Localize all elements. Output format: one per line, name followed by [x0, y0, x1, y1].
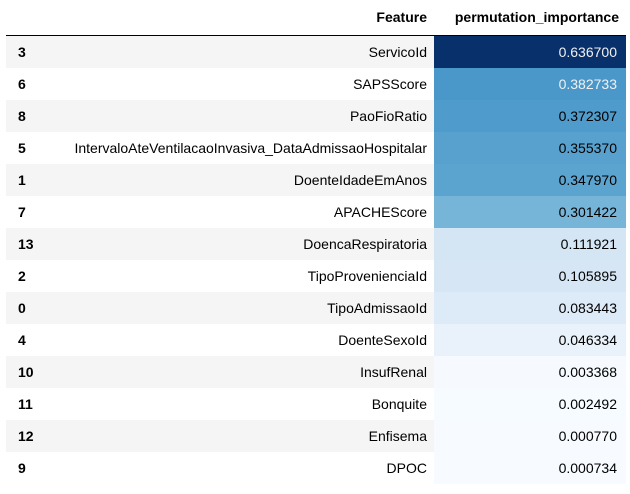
feature-cell: IntervaloAteVentilacaoInvasiva_DataAdmis… — [74, 139, 427, 156]
row-index: 9 — [18, 459, 26, 476]
importance-cell: 0.111921 — [434, 227, 626, 260]
table-row: 3 ServicoId 0.636700 — [6, 35, 626, 68]
importance-cell: 0.000770 — [434, 419, 626, 452]
row-index: 11 — [18, 395, 33, 412]
table-row: 1 DoenteIdadeEmAnos 0.347970 — [6, 163, 626, 196]
feature-cell: TipoProvenienciaId — [307, 267, 427, 284]
table-body: 3 ServicoId 0.636700 6 SAPSScore 0.382733 8 Pao… — [6, 35, 626, 484]
importance-cell: 0.636700 — [434, 35, 626, 68]
feature-cell: APACHEScore — [333, 203, 427, 220]
row-index: 13 — [18, 235, 34, 252]
feature-cell: PaoFioRatio — [349, 107, 427, 124]
row-index: 3 — [18, 43, 26, 60]
table-row: 0 TipoAdmissaoId 0.083443 — [6, 291, 626, 324]
table-header: Feature permutation_importance — [6, 0, 626, 36]
row-index: 12 — [18, 427, 34, 444]
row-index: 1 — [18, 171, 26, 188]
feature-cell: DoenteSexoId — [338, 331, 427, 348]
row-index: 2 — [18, 267, 26, 284]
table-row: 7 APACHEScore 0.301422 — [6, 195, 626, 228]
importance-cell: 0.000734 — [434, 451, 626, 484]
importance-cell: 0.105895 — [434, 259, 626, 292]
table-row: 12 Enfisema 0.000770 — [6, 419, 626, 452]
row-index: 4 — [18, 331, 26, 348]
index-header — [6, 0, 36, 36]
importance-cell: 0.046334 — [434, 323, 626, 356]
importance-cell: 0.355370 — [434, 131, 626, 164]
table-row: 6 SAPSScore 0.382733 — [6, 67, 626, 100]
table-row: 10 InsufRenal 0.003368 — [6, 355, 626, 388]
feature-cell: TipoAdmissaoId — [327, 299, 427, 316]
table-row: 8 PaoFioRatio 0.372307 — [6, 99, 626, 132]
table-row: 13 DoencaRespiratoria 0.111921 — [6, 227, 626, 260]
importance-cell: 0.301422 — [434, 195, 626, 228]
row-index: 10 — [18, 363, 34, 380]
row-index: 6 — [18, 75, 26, 92]
feature-cell: DPOC — [386, 459, 427, 476]
importance-cell: 0.002492 — [434, 387, 626, 420]
feature-cell: Enfisema — [368, 427, 427, 444]
row-index: 0 — [18, 299, 26, 316]
feature-cell: DoenteIdadeEmAnos — [293, 171, 427, 188]
importance-cell: 0.003368 — [434, 355, 626, 388]
table-row: 4 DoenteSexoId 0.046334 — [6, 323, 626, 356]
header-row: Feature permutation_importance — [6, 0, 626, 36]
importance-cell: 0.347970 — [434, 163, 626, 196]
row-index: 5 — [18, 139, 26, 156]
importance-column-header: permutation_importance — [434, 0, 626, 36]
row-index: 7 — [18, 203, 26, 220]
table-row: 11 Bonquite 0.002492 — [6, 387, 626, 420]
table-row: 2 TipoProvenienciaId 0.105895 — [6, 259, 626, 292]
feature-cell: SAPSScore — [353, 75, 427, 92]
table-row: 5 IntervaloAteVentilacaoInvasiva_DataAdmi… — [6, 131, 626, 164]
feature-cell: ServicoId — [368, 43, 427, 60]
feature-cell: InsufRenal — [360, 363, 427, 380]
feature-cell: DoencaRespiratoria — [303, 235, 427, 252]
feature-cell: Bonquite — [371, 395, 427, 412]
feature-column-header: Feature — [36, 0, 434, 36]
importance-cell: 0.372307 — [434, 99, 626, 132]
importance-cell: 0.083443 — [434, 291, 626, 324]
row-index: 8 — [18, 107, 26, 124]
feature-importance-table: Feature permutation_importance 3 ServicoI… — [6, 0, 626, 484]
importance-cell: 0.382733 — [434, 67, 626, 100]
table-row: 9 DPOC 0.000734 — [6, 451, 626, 484]
